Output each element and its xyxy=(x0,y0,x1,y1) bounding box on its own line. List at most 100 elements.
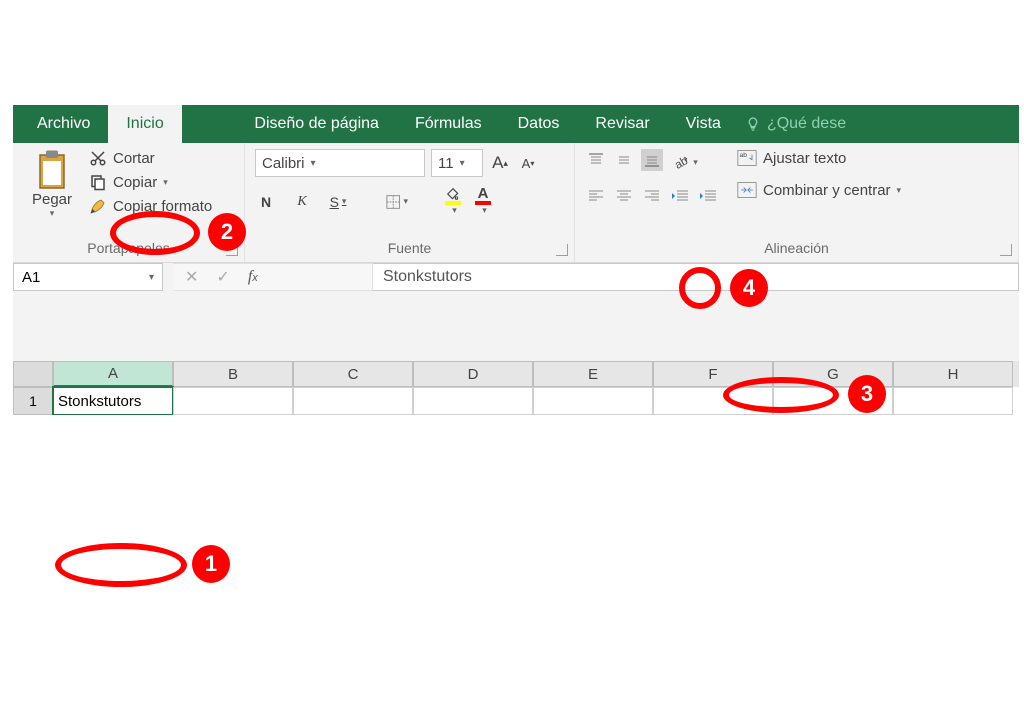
tell-me-label: ¿Qué dese xyxy=(767,115,846,133)
bold-button[interactable]: N xyxy=(255,191,277,213)
align-bottom-icon xyxy=(644,153,660,167)
align-left-button[interactable] xyxy=(585,185,607,207)
underline-button[interactable]: S xyxy=(327,191,349,213)
annotation-oval-4 xyxy=(679,267,721,309)
dialog-launcher-font[interactable] xyxy=(556,244,568,256)
increase-indent-button[interactable] xyxy=(697,185,719,207)
tab-revisar[interactable]: Revisar xyxy=(577,105,667,143)
cancel-formula-icon[interactable]: ✕ xyxy=(185,267,198,287)
align-left-icon xyxy=(588,189,604,203)
font-color-button[interactable]: A xyxy=(475,187,491,216)
font-size-combo[interactable]: 11▾ xyxy=(431,149,483,177)
name-box[interactable]: A1▾ xyxy=(13,263,163,291)
tab-inicio[interactable]: Inicio xyxy=(108,105,181,143)
tab-vista[interactable]: Vista xyxy=(668,105,739,143)
annotation-oval-2 xyxy=(110,211,200,255)
italic-button[interactable]: K xyxy=(291,191,313,213)
merge-center-button[interactable]: Combinar y centrar ▾ xyxy=(737,181,901,199)
decrease-indent-icon xyxy=(671,189,689,203)
cell-e1[interactable] xyxy=(533,387,653,415)
decrease-indent-button[interactable] xyxy=(669,185,691,207)
ribbon-tabs: Archivo Inicio tar Diseño de página Fórm… xyxy=(13,105,1019,143)
cell-d1[interactable] xyxy=(413,387,533,415)
align-middle-button[interactable] xyxy=(613,149,635,171)
tab-diseno[interactable]: Diseño de página xyxy=(236,105,397,143)
col-header-e[interactable]: E xyxy=(533,361,653,387)
copy-icon xyxy=(89,173,107,191)
tab-datos[interactable]: Datos xyxy=(500,105,578,143)
group-alineacion: ab ab Ajustar texto xyxy=(575,143,1019,262)
increase-font-icon[interactable]: A▴ xyxy=(489,152,511,174)
col-header-a[interactable]: A xyxy=(53,361,173,387)
col-header-c[interactable]: C xyxy=(293,361,413,387)
font-size-value: 11 xyxy=(438,155,454,172)
font-name-value: Calibri xyxy=(262,155,305,172)
scissors-icon xyxy=(89,149,107,167)
group-label-fuente: Fuente xyxy=(255,240,564,256)
orientation-button[interactable]: ab xyxy=(669,149,699,175)
merge-label: Combinar y centrar xyxy=(763,182,891,199)
paste-label: Pegar xyxy=(32,191,72,208)
annotation-badge-3: 3 xyxy=(848,375,886,413)
paste-button[interactable]: Pegar ▾ xyxy=(23,149,81,219)
tab-formulas[interactable]: Fórmulas xyxy=(397,105,500,143)
align-top-button[interactable] xyxy=(585,149,607,171)
font-color-a: A xyxy=(478,187,489,201)
formula-controls: ✕ ✓ fx xyxy=(173,263,373,291)
decrease-font-icon[interactable]: A▾ xyxy=(517,152,539,174)
lightbulb-icon xyxy=(745,116,761,132)
group-fuente: Calibri▾ 11▾ A▴ A▾ N K S xyxy=(245,143,575,262)
wrap-text-button[interactable]: ab Ajustar texto xyxy=(737,149,901,167)
align-top-icon xyxy=(588,153,604,167)
cell-c1[interactable] xyxy=(293,387,413,415)
orientation-icon: ab xyxy=(670,152,690,172)
annotation-badge-1: 1 xyxy=(192,545,230,583)
copy-label: Copiar xyxy=(113,174,157,191)
fill-color-button[interactable] xyxy=(445,187,461,216)
tab-archivo[interactable]: Archivo xyxy=(19,105,108,143)
select-all-corner[interactable] xyxy=(13,361,53,387)
tell-me[interactable]: ¿Qué dese xyxy=(745,115,846,133)
annotation-badge-4: 4 xyxy=(730,269,768,307)
fx-icon[interactable]: fx xyxy=(248,268,258,286)
font-name-combo[interactable]: Calibri▾ xyxy=(255,149,425,177)
borders-button[interactable] xyxy=(386,191,408,213)
dialog-launcher-alignment[interactable] xyxy=(1000,244,1012,256)
align-right-icon xyxy=(644,189,660,203)
align-center-button[interactable] xyxy=(613,185,635,207)
annotation-oval-3 xyxy=(723,377,839,413)
formula-value: Stonkstutors xyxy=(383,268,472,286)
align-middle-icon xyxy=(616,153,632,167)
cut-button[interactable]: Cortar xyxy=(89,149,212,167)
bucket-icon xyxy=(445,187,461,201)
col-header-d[interactable]: D xyxy=(413,361,533,387)
merge-icon xyxy=(737,181,757,199)
paintbrush-icon xyxy=(89,197,107,215)
clipboard-icon xyxy=(34,149,70,191)
border-icon xyxy=(386,194,400,210)
cell-h1[interactable] xyxy=(893,387,1013,415)
cut-label: Cortar xyxy=(113,150,155,167)
align-right-button[interactable] xyxy=(641,185,663,207)
formula-bar-expanded xyxy=(13,291,1019,361)
align-bottom-button[interactable] xyxy=(641,149,663,171)
sheet-body[interactable] xyxy=(13,415,1019,455)
annotation-oval-1 xyxy=(55,543,187,587)
svg-text:ab: ab xyxy=(673,154,691,172)
svg-text:ab: ab xyxy=(740,152,748,159)
cell-b1[interactable] xyxy=(173,387,293,415)
row-header-1[interactable]: 1 xyxy=(13,387,53,415)
wrap-text-icon: ab xyxy=(737,149,757,167)
wrap-text-label: Ajustar texto xyxy=(763,150,846,167)
cell-a1[interactable]: Stonkstutors xyxy=(53,387,173,415)
annotation-badge-2: 2 xyxy=(208,213,246,251)
name-box-value: A1 xyxy=(22,269,40,286)
enter-formula-icon[interactable]: ✓ xyxy=(216,267,229,287)
col-header-h[interactable]: H xyxy=(893,361,1013,387)
align-center-icon xyxy=(616,189,632,203)
formula-bar: A1▾ ✕ ✓ fx Stonkstutors xyxy=(13,263,1019,291)
increase-indent-icon xyxy=(699,189,717,203)
col-header-b[interactable]: B xyxy=(173,361,293,387)
copy-button[interactable]: Copiar ▾ xyxy=(89,173,212,191)
group-label-alineacion: Alineación xyxy=(585,240,1008,256)
